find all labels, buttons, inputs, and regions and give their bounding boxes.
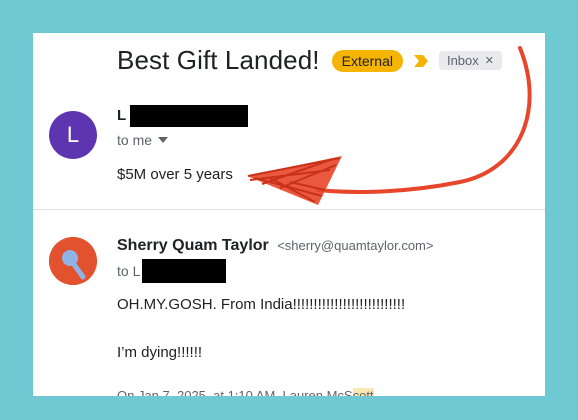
- sender-initial: L: [117, 107, 127, 124]
- sender-name[interactable]: Sherry Quam Taylor: [117, 237, 269, 254]
- email-panel: Best Gift Landed! External Inbox ✕ L Lt …: [33, 33, 545, 396]
- inbox-label-text: Inbox: [446, 53, 479, 68]
- redaction-bar: [130, 105, 248, 127]
- close-icon[interactable]: ✕: [485, 54, 494, 67]
- message-body-line: I’m dying!!!!!!: [117, 344, 203, 361]
- external-label-badge: External: [331, 49, 403, 72]
- message-body: $5M over 5 years: [117, 166, 233, 183]
- email-subject: Best Gift Landed!: [117, 45, 320, 75]
- subject-row: Best Gift Landed! External Inbox ✕: [117, 45, 502, 76]
- message-divider: [33, 209, 545, 210]
- avatar[interactable]: L: [49, 111, 97, 159]
- inbox-label-chip[interactable]: Inbox ✕: [438, 51, 502, 70]
- quoted-text[interactable]: On Jan 7, 2025, at 1:10 AM, Lauren McSco…: [117, 388, 537, 396]
- recipient-text[interactable]: to L: [117, 263, 140, 279]
- recipient-details-toggle[interactable]: to me: [117, 132, 169, 148]
- sender-line[interactable]: Sherry Quam Taylor <sherry@quamtaylor.co…: [117, 237, 433, 255]
- message-body-line: OH.MY.GOSH. From India!!!!!!!!!!!!!!!!!!…: [117, 296, 406, 313]
- avatar[interactable]: [49, 237, 97, 285]
- highlighted-text: cott: [352, 388, 374, 396]
- quoted-text-line: On Jan 7, 2025, at 1:10 AM, Lauren McS: [117, 388, 353, 396]
- important-marker-icon[interactable]: [413, 54, 429, 68]
- sender-email: <sherry@quamtaylor.com>: [277, 238, 434, 253]
- person-avatar-icon: [49, 237, 97, 285]
- recipient-text: to me: [117, 132, 153, 148]
- redaction-bar: [142, 259, 226, 283]
- chevron-down-icon[interactable]: [158, 137, 169, 143]
